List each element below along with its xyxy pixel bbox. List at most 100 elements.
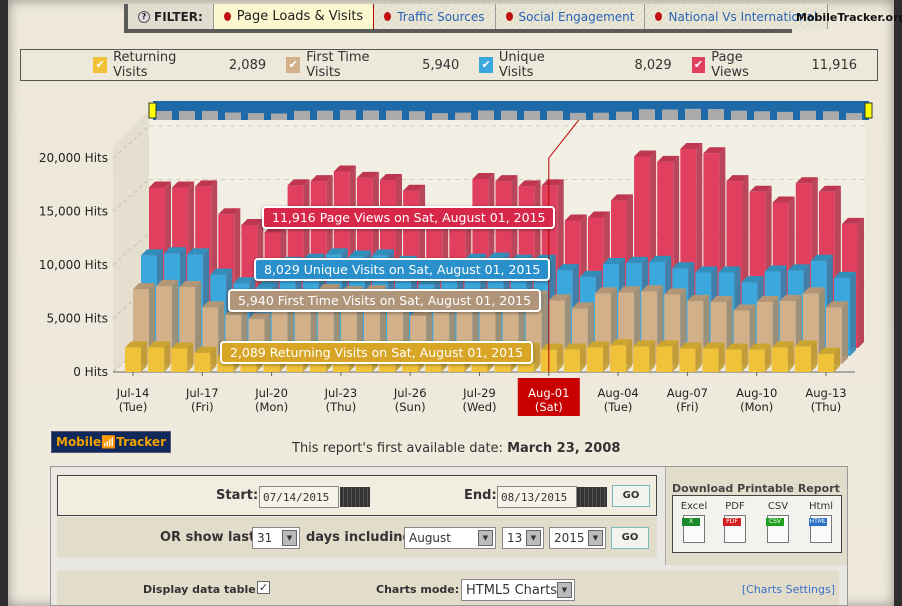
legend-page-views[interactable]: ✔ Page Views 11,916: [691, 50, 877, 80]
x-tick-label: Jul-26: [393, 386, 427, 400]
bar-front: [702, 348, 719, 372]
bar-returning-visits: [563, 343, 586, 372]
legend-label: Returning Visits: [113, 50, 177, 80]
x-tick-label: Aug-13: [805, 386, 846, 400]
filter-label-text: FILTER:: [154, 9, 203, 24]
x-tick-weekday: (Wed): [462, 400, 496, 414]
x-tick-weekday: (Sun): [395, 400, 426, 414]
navigator-bar: [386, 110, 402, 120]
legend-returning[interactable]: ✔ Returning Visits 2,089: [93, 50, 286, 80]
bar-returning-visits: [125, 341, 147, 372]
navigator-bar: [662, 109, 678, 120]
tab-label: Page Loads & Visits: [236, 9, 364, 24]
download-panel: Download Printable Report Excel X PDF PDF …: [665, 467, 847, 565]
bar-side: [858, 217, 864, 348]
file-badge: CSV: [766, 518, 784, 526]
select-value: 2015: [554, 531, 585, 545]
x-tick-weekday: (Fri): [191, 400, 214, 414]
calendar-icon[interactable]: [577, 487, 607, 507]
tab-traffic-sources[interactable]: Traffic Sources: [374, 4, 496, 29]
check-icon[interactable]: ✔: [691, 57, 706, 73]
x-tick-weekday: (Mon): [740, 400, 773, 414]
bullet-icon: [223, 12, 231, 21]
charts-mode-select[interactable]: HTML5 Charts ▼: [461, 579, 575, 601]
bar-front: [656, 346, 673, 372]
start-label: Start:: [216, 488, 259, 503]
navigator-bar: [340, 110, 356, 120]
check-icon[interactable]: ✔: [93, 57, 108, 73]
start-date-input[interactable]: 07/14/2015: [259, 486, 339, 508]
days-select[interactable]: 31 ▼: [252, 527, 300, 549]
bar-side: [850, 271, 856, 356]
check-icon[interactable]: ✔: [479, 57, 493, 73]
navigator-bar: [639, 109, 655, 120]
download-html[interactable]: Html HTML: [803, 501, 839, 543]
calendar-icon[interactable]: [340, 487, 370, 507]
x-tick-weekday: (Tue): [119, 400, 148, 414]
page: ? FILTER: Page Loads & Visits Traffic Sou…: [8, 0, 902, 606]
charts-settings-link[interactable]: [Charts Settings]: [742, 583, 835, 596]
tab-social-engagement[interactable]: Social Engagement: [495, 4, 646, 29]
tab-page-loads[interactable]: Page Loads & Visits: [213, 4, 375, 29]
bar-returning-visits: [610, 339, 633, 372]
chevron-down-icon: ▼: [478, 530, 493, 546]
bar-returning-visits: [748, 343, 771, 372]
x-tick-label: Aug-01: [528, 386, 569, 400]
bullet-icon: [505, 12, 513, 21]
bar-returning-visits: [656, 340, 679, 372]
download-pdf[interactable]: PDF PDF: [717, 501, 753, 543]
navigator-bar: [478, 110, 494, 120]
bar-returning-visits: [818, 347, 840, 372]
y-tick-label: 20,000 Hits: [39, 151, 108, 165]
legend-unique[interactable]: ✔ Unique Visits 8,029: [479, 50, 691, 80]
check-icon[interactable]: ✔: [286, 57, 301, 73]
x-tick-label: Jul-17: [185, 386, 219, 400]
navigator-bar: [294, 110, 310, 120]
go-button-2[interactable]: GO: [611, 527, 649, 549]
bar-front: [794, 346, 811, 372]
day-select[interactable]: 13 ▼: [502, 527, 544, 549]
help-icon[interactable]: ?: [138, 10, 150, 23]
end-date-input[interactable]: 08/13/2015: [497, 486, 577, 508]
navigator-bar: [547, 110, 563, 120]
legend-first-time[interactable]: ✔ First Time Visits 5,940: [286, 50, 479, 80]
navigator-bar: [202, 110, 218, 120]
chart-legend: ✔ Returning Visits 2,089 ✔ First Time Visit…: [20, 49, 878, 81]
navigator-bar: [593, 112, 609, 120]
go-button[interactable]: GO: [612, 485, 650, 507]
bar-front: [771, 347, 788, 372]
navigator-bar: [524, 110, 540, 120]
bullet-icon: [384, 12, 392, 21]
month-select[interactable]: August ▼: [404, 527, 496, 549]
filter-label: ? FILTER:: [128, 4, 214, 29]
file-badge: PDF: [723, 518, 741, 526]
legend-label: Page Views: [711, 50, 749, 80]
x-tick-label: Jul-29: [462, 386, 496, 400]
navigator-bar: [409, 111, 425, 120]
date-range-row: Start: 07/14/2015 End: 08/13/2015 GO: [57, 475, 657, 516]
download-csv[interactable]: CSV CSV: [760, 501, 796, 543]
navigator-bar: [616, 111, 632, 120]
chart-options-row: Display data table: ✓ Charts mode: HTML5…: [57, 571, 839, 605]
bar-returning-visits: [194, 346, 217, 372]
navigator-bar: [685, 108, 701, 120]
display-table-checkbox[interactable]: ✓: [257, 581, 270, 594]
navigator-bar: [317, 110, 333, 120]
year-select[interactable]: 2015 ▼: [549, 527, 606, 549]
bar-returning-visits: [148, 341, 171, 372]
navigator-bar: [754, 111, 770, 120]
x-tick-weekday: (Tue): [604, 400, 633, 414]
bar-front: [148, 347, 165, 372]
download-label: CSV: [767, 501, 789, 512]
download-excel[interactable]: Excel X: [676, 501, 712, 543]
navigator-bar: [823, 111, 839, 120]
select-value: August: [409, 531, 451, 545]
bar-front: [748, 349, 765, 372]
bar-returning-visits: [794, 340, 817, 372]
bar-front: [610, 345, 627, 372]
x-tick-weekday: (Fri): [676, 400, 699, 414]
x-tick-weekday: (Thu): [811, 400, 842, 414]
display-table-label: Display data table:: [143, 583, 261, 596]
date-range-form: Start: 07/14/2015 End: 08/13/2015 GO OR …: [50, 466, 848, 606]
legend-label: First Time Visits: [306, 50, 370, 80]
